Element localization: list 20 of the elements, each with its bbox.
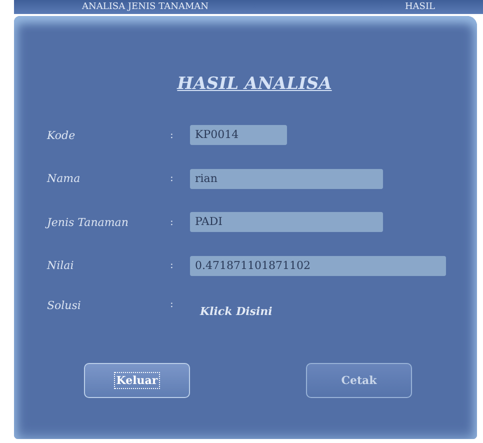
text-field[interactable]: 0.471871101871102: [190, 256, 446, 276]
colon: :: [170, 216, 174, 228]
text-field[interactable]: rian: [190, 168, 383, 188]
colon: :: [170, 299, 174, 310]
dialog-button[interactable]: Cetak: [306, 363, 412, 398]
colon: :: [170, 173, 174, 184]
dialog-button[interactable]: Keluar: [84, 363, 190, 398]
field-label: Kode: [47, 128, 76, 142]
panel-title: HASIL ANALISA: [176, 74, 333, 94]
field-label: Jenis Tanaman: [47, 216, 130, 228]
text-field[interactable]: KP0014: [190, 125, 287, 145]
solution-link[interactable]: Klick Disini: [200, 305, 272, 318]
colon: :: [170, 260, 174, 271]
tab[interactable]: HASIL: [396, 2, 443, 12]
field-label: Nilai: [47, 259, 75, 272]
tab[interactable]: ANALISA JENIS TANAMAN: [74, 2, 217, 12]
field-label: Solusi: [47, 299, 82, 312]
text-field[interactable]: PADI: [190, 212, 383, 232]
colon: :: [170, 130, 174, 140]
field-label: Nama: [47, 172, 82, 185]
